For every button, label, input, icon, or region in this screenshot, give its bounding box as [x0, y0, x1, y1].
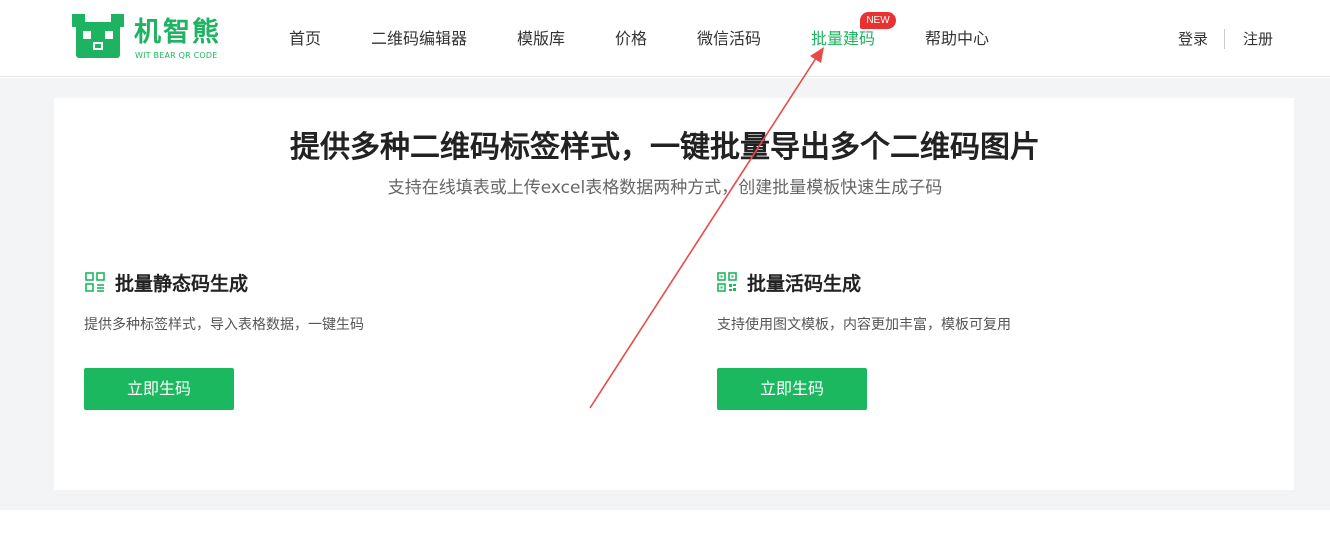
- new-badge: NEW: [860, 12, 896, 29]
- nav-help-center[interactable]: 帮助中心: [925, 29, 989, 49]
- auth-divider: [1224, 29, 1225, 49]
- bear-logo-icon: [72, 14, 124, 58]
- static-generate-button[interactable]: 立即生码: [84, 368, 234, 410]
- brand-tagline: WIT BEAR QR CODE: [135, 51, 218, 60]
- hero-title: 提供多种二维码标签样式，一键批量导出多个二维码图片: [290, 130, 1040, 165]
- site-header: 机智熊 WIT BEAR QR CODE 首页 二维码编辑器 模版库 价格 微信…: [0, 0, 1330, 77]
- hero-subtitle: 支持在线填表或上传excel表格数据两种方式，创建批量模板快速生成子码: [387, 178, 943, 198]
- feature-live-title: 批量活码生成: [747, 273, 862, 295]
- nav-home[interactable]: 首页: [289, 29, 321, 49]
- live-generate-button[interactable]: 立即生码: [717, 368, 867, 410]
- feature-live-description: 支持使用图文模板，内容更加丰富，模板可复用: [717, 317, 1011, 333]
- register-link[interactable]: 注册: [1243, 29, 1273, 49]
- brand-logo[interactable]: 机智熊 WIT BEAR QR CODE: [72, 14, 232, 64]
- nav-batch-create[interactable]: 批量建码: [811, 29, 875, 49]
- login-link[interactable]: 登录: [1178, 29, 1208, 49]
- nav-templates[interactable]: 模版库: [517, 29, 565, 49]
- nav-wechat-live-code[interactable]: 微信活码: [697, 29, 761, 49]
- nav-pricing[interactable]: 价格: [615, 29, 647, 49]
- feature-static-description: 提供多种标签样式，导入表格数据，一键生码: [84, 317, 364, 333]
- qr-code-icon: [717, 272, 737, 292]
- feature-static-title: 批量静态码生成: [115, 273, 249, 295]
- qr-list-icon: [85, 272, 105, 292]
- nav-qr-editor[interactable]: 二维码编辑器: [371, 29, 467, 49]
- brand-name: 机智熊: [134, 17, 221, 48]
